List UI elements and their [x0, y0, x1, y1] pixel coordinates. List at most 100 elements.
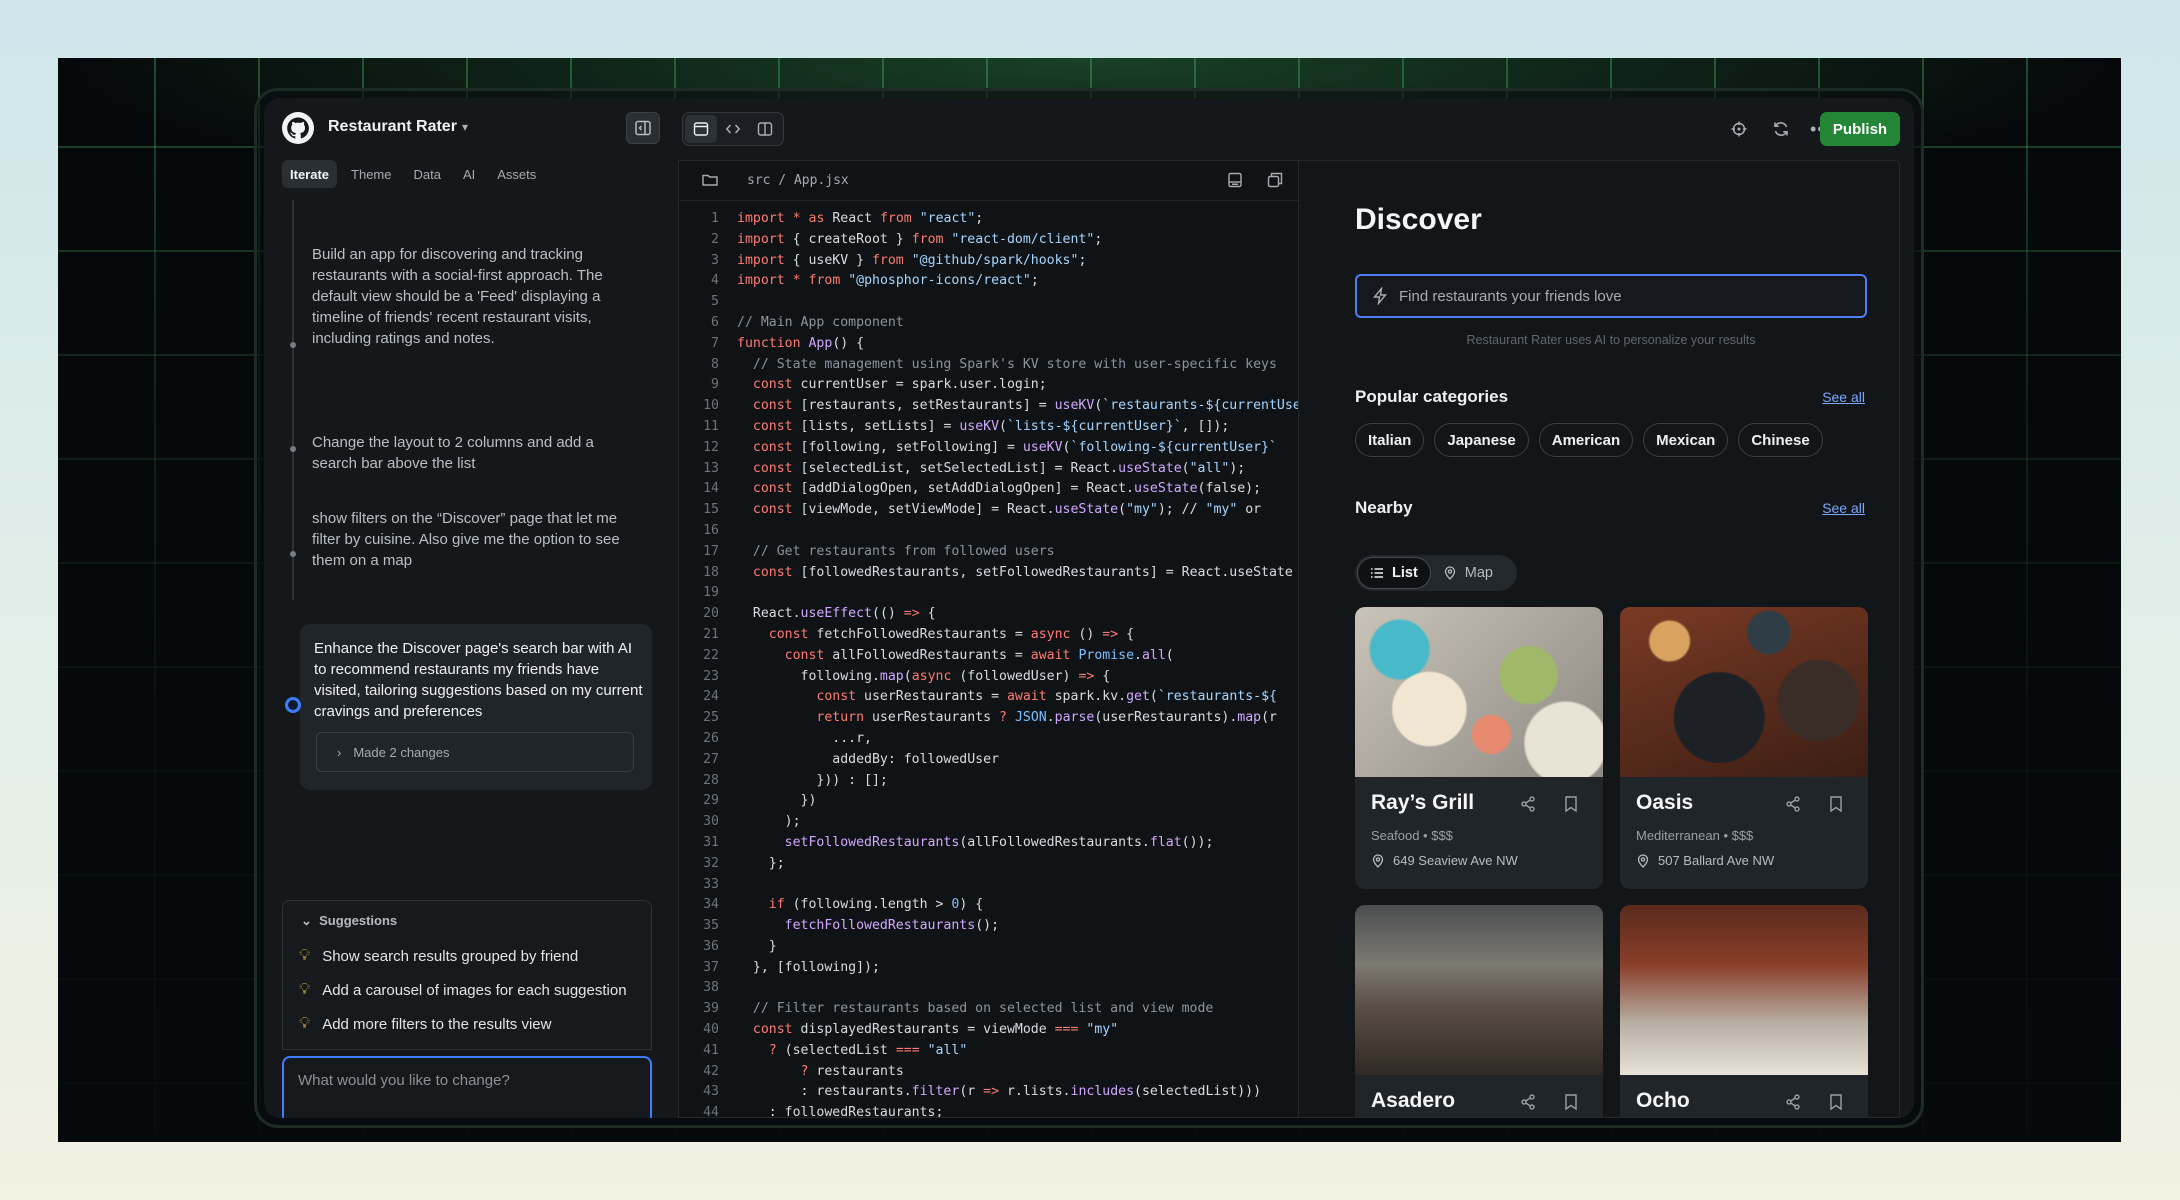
code-line[interactable]: 40 const displayedRestaurants = viewMode… — [679, 1020, 1298, 1041]
line-code: import { useKV } from "@github/spark/hoo… — [737, 252, 1087, 268]
restaurant-card[interactable]: Oasis Mediterranean • $$$ 507 Ballard Av… — [1620, 607, 1868, 889]
see-all-nearby-link[interactable]: See all — [1822, 500, 1865, 516]
list-view-button[interactable]: List — [1357, 557, 1431, 589]
code-line[interactable]: 19 — [679, 583, 1298, 604]
file-path[interactable]: src / App.jsx — [747, 173, 849, 188]
code-line[interactable]: 25 return userRestaurants ? JSON.parse(u… — [679, 708, 1298, 729]
copy-icon[interactable] — [1266, 171, 1284, 194]
code-line[interactable]: 3 import { useKV } from "@github/spark/ho… — [679, 251, 1298, 272]
share-icon[interactable] — [1784, 1093, 1802, 1116]
category-chip[interactable]: Japanese — [1434, 423, 1529, 457]
crosshair-icon[interactable] — [1722, 113, 1756, 145]
code-line[interactable]: 9 const currentUser = spark.user.login; — [679, 375, 1298, 396]
code-line[interactable]: 24 const userRestaurants = await spark.k… — [679, 687, 1298, 708]
code-line[interactable]: 11 const [lists, setLists] = useKV(`list… — [679, 417, 1298, 438]
code-lines[interactable]: 1 import * as React from "react"; 2 import … — [679, 209, 1298, 1117]
code-line[interactable]: 41 ? (selectedList === "all" — [679, 1041, 1298, 1062]
history-message[interactable]: Build an app for discovering and trackin… — [312, 244, 642, 349]
ai-search-input[interactable]: Find restaurants your friends love — [1355, 274, 1867, 318]
tab-iterate[interactable]: Iterate — [282, 160, 338, 188]
code-line[interactable]: 1 import * as React from "react"; — [679, 209, 1298, 230]
share-icon[interactable] — [1519, 1093, 1537, 1116]
code-line[interactable]: 29 }) — [679, 791, 1298, 812]
code-line[interactable]: 4 import * from "@phosphor-icons/react"; — [679, 271, 1298, 292]
code-line[interactable]: 27 addedBy: followedUser — [679, 750, 1298, 771]
code-line[interactable]: 5 — [679, 292, 1298, 313]
suggestion-item[interactable]: 💡︎ Show search results grouped by friend — [299, 947, 578, 965]
category-chip[interactable]: Mexican — [1643, 423, 1729, 457]
tab-ai[interactable]: AI — [455, 160, 483, 188]
publish-button[interactable]: Publish — [1820, 112, 1900, 146]
code-line[interactable]: 7 function App() { — [679, 334, 1298, 355]
folder-icon[interactable] — [701, 171, 719, 194]
history-message[interactable]: Change the layout to 2 columns and add a… — [312, 432, 642, 474]
code-line[interactable]: 12 const [following, setFollowing] = use… — [679, 438, 1298, 459]
history-message[interactable]: show filters on the “Discover” page that… — [312, 508, 642, 571]
category-chip[interactable]: Italian — [1355, 423, 1425, 457]
project-name[interactable]: Restaurant Rater — [328, 118, 457, 136]
page-title: Discover — [1355, 203, 1482, 236]
category-chip[interactable]: American — [1538, 423, 1634, 457]
history-message[interactable]: Enhance the Discover page's search bar w… — [314, 638, 644, 722]
chevron-down-icon[interactable]: ▾ — [462, 120, 468, 134]
code-line[interactable]: 43 : restaurants.filter(r => r.lists.inc… — [679, 1082, 1298, 1103]
sidebar-toggle-icon[interactable] — [626, 112, 660, 144]
bookmark-icon[interactable] — [1563, 1093, 1579, 1116]
chat-input[interactable] — [298, 1072, 628, 1112]
suggestion-item[interactable]: 💡︎ Add a carousel of images for each sugg… — [299, 981, 627, 999]
code-line[interactable]: 13 const [selectedList, setSelectedList]… — [679, 459, 1298, 480]
code-line[interactable]: 36 } — [679, 937, 1298, 958]
code-line[interactable]: 31 setFollowedRestaurants(allFollowedRes… — [679, 833, 1298, 854]
made-changes-toggle[interactable]: › Made 2 changes — [316, 732, 634, 772]
share-icon[interactable] — [1519, 795, 1537, 818]
code-line[interactable]: 42 ? restaurants — [679, 1062, 1298, 1083]
code-line[interactable]: 37 }, [following]); — [679, 958, 1298, 979]
code-line[interactable]: 8 // State management using Spark's KV s… — [679, 355, 1298, 376]
code-line[interactable]: 10 const [restaurants, setRestaurants] =… — [679, 396, 1298, 417]
bookmark-icon[interactable] — [1828, 795, 1844, 818]
map-view-button[interactable]: Map — [1431, 557, 1505, 589]
code-line[interactable]: 21 const fetchFollowedRestaurants = asyn… — [679, 625, 1298, 646]
preview-view-icon[interactable] — [685, 115, 717, 143]
restaurant-card[interactable]: Ocho — [1620, 905, 1868, 1117]
bookmark-icon[interactable] — [1828, 1093, 1844, 1116]
code-line[interactable]: 30 ); — [679, 812, 1298, 833]
restaurant-card[interactable]: Asadero — [1355, 905, 1603, 1117]
github-logo-icon[interactable] — [282, 112, 314, 144]
code-line[interactable]: 26 ...r, — [679, 729, 1298, 750]
code-line[interactable]: 20 React.useEffect(() => { — [679, 604, 1298, 625]
code-line[interactable]: 18 const [followedRestaurants, setFollow… — [679, 563, 1298, 584]
code-line[interactable]: 15 const [viewMode, setViewMode] = React… — [679, 500, 1298, 521]
code-line[interactable]: 22 const allFollowedRestaurants = await … — [679, 646, 1298, 667]
code-line[interactable]: 35 fetchFollowedRestaurants(); — [679, 916, 1298, 937]
suggestions-header[interactable]: ⌄ Suggestions — [301, 913, 397, 929]
code-line[interactable]: 33 — [679, 875, 1298, 896]
code-line[interactable]: 14 const [addDialogOpen, setAddDialogOpe… — [679, 479, 1298, 500]
category-chip[interactable]: Chinese — [1738, 423, 1823, 457]
bookmark-icon[interactable] — [1563, 795, 1579, 818]
save-file-icon[interactable] — [1226, 171, 1244, 194]
tab-assets[interactable]: Assets — [489, 160, 544, 188]
share-icon[interactable] — [1784, 795, 1802, 818]
refresh-icon[interactable] — [1764, 113, 1798, 145]
code-line[interactable]: 17 // Get restaurants from followed user… — [679, 542, 1298, 563]
tab-data[interactable]: Data — [406, 160, 449, 188]
code-line[interactable]: 2 import { createRoot } from "react-dom/c… — [679, 230, 1298, 251]
code-line[interactable]: 32 }; — [679, 854, 1298, 875]
split-view-icon[interactable] — [749, 115, 781, 143]
code-line[interactable]: 44 : followedRestaurants; — [679, 1103, 1298, 1117]
view-mode-toggle: List Map — [1355, 555, 1517, 591]
code-view-icon[interactable] — [717, 115, 749, 143]
code-line[interactable]: 28 })) : []; — [679, 771, 1298, 792]
code-line[interactable]: 16 — [679, 521, 1298, 542]
code-line[interactable]: 39 // Filter restaurants based on select… — [679, 999, 1298, 1020]
suggestion-item[interactable]: 💡︎ Add more filters to the results view — [299, 1015, 551, 1033]
tab-theme[interactable]: Theme — [343, 160, 399, 188]
code-line[interactable]: 34 if (following.length > 0) { — [679, 895, 1298, 916]
code-line[interactable]: 23 following.map(async (followedUser) =>… — [679, 667, 1298, 688]
restaurant-card[interactable]: Ray’s Grill Seafood • $$$ 649 Seaview Av… — [1355, 607, 1603, 889]
see-all-categories-link[interactable]: See all — [1822, 389, 1865, 405]
code-line[interactable]: 38 — [679, 978, 1298, 999]
code-line[interactable]: 6 // Main App component — [679, 313, 1298, 334]
